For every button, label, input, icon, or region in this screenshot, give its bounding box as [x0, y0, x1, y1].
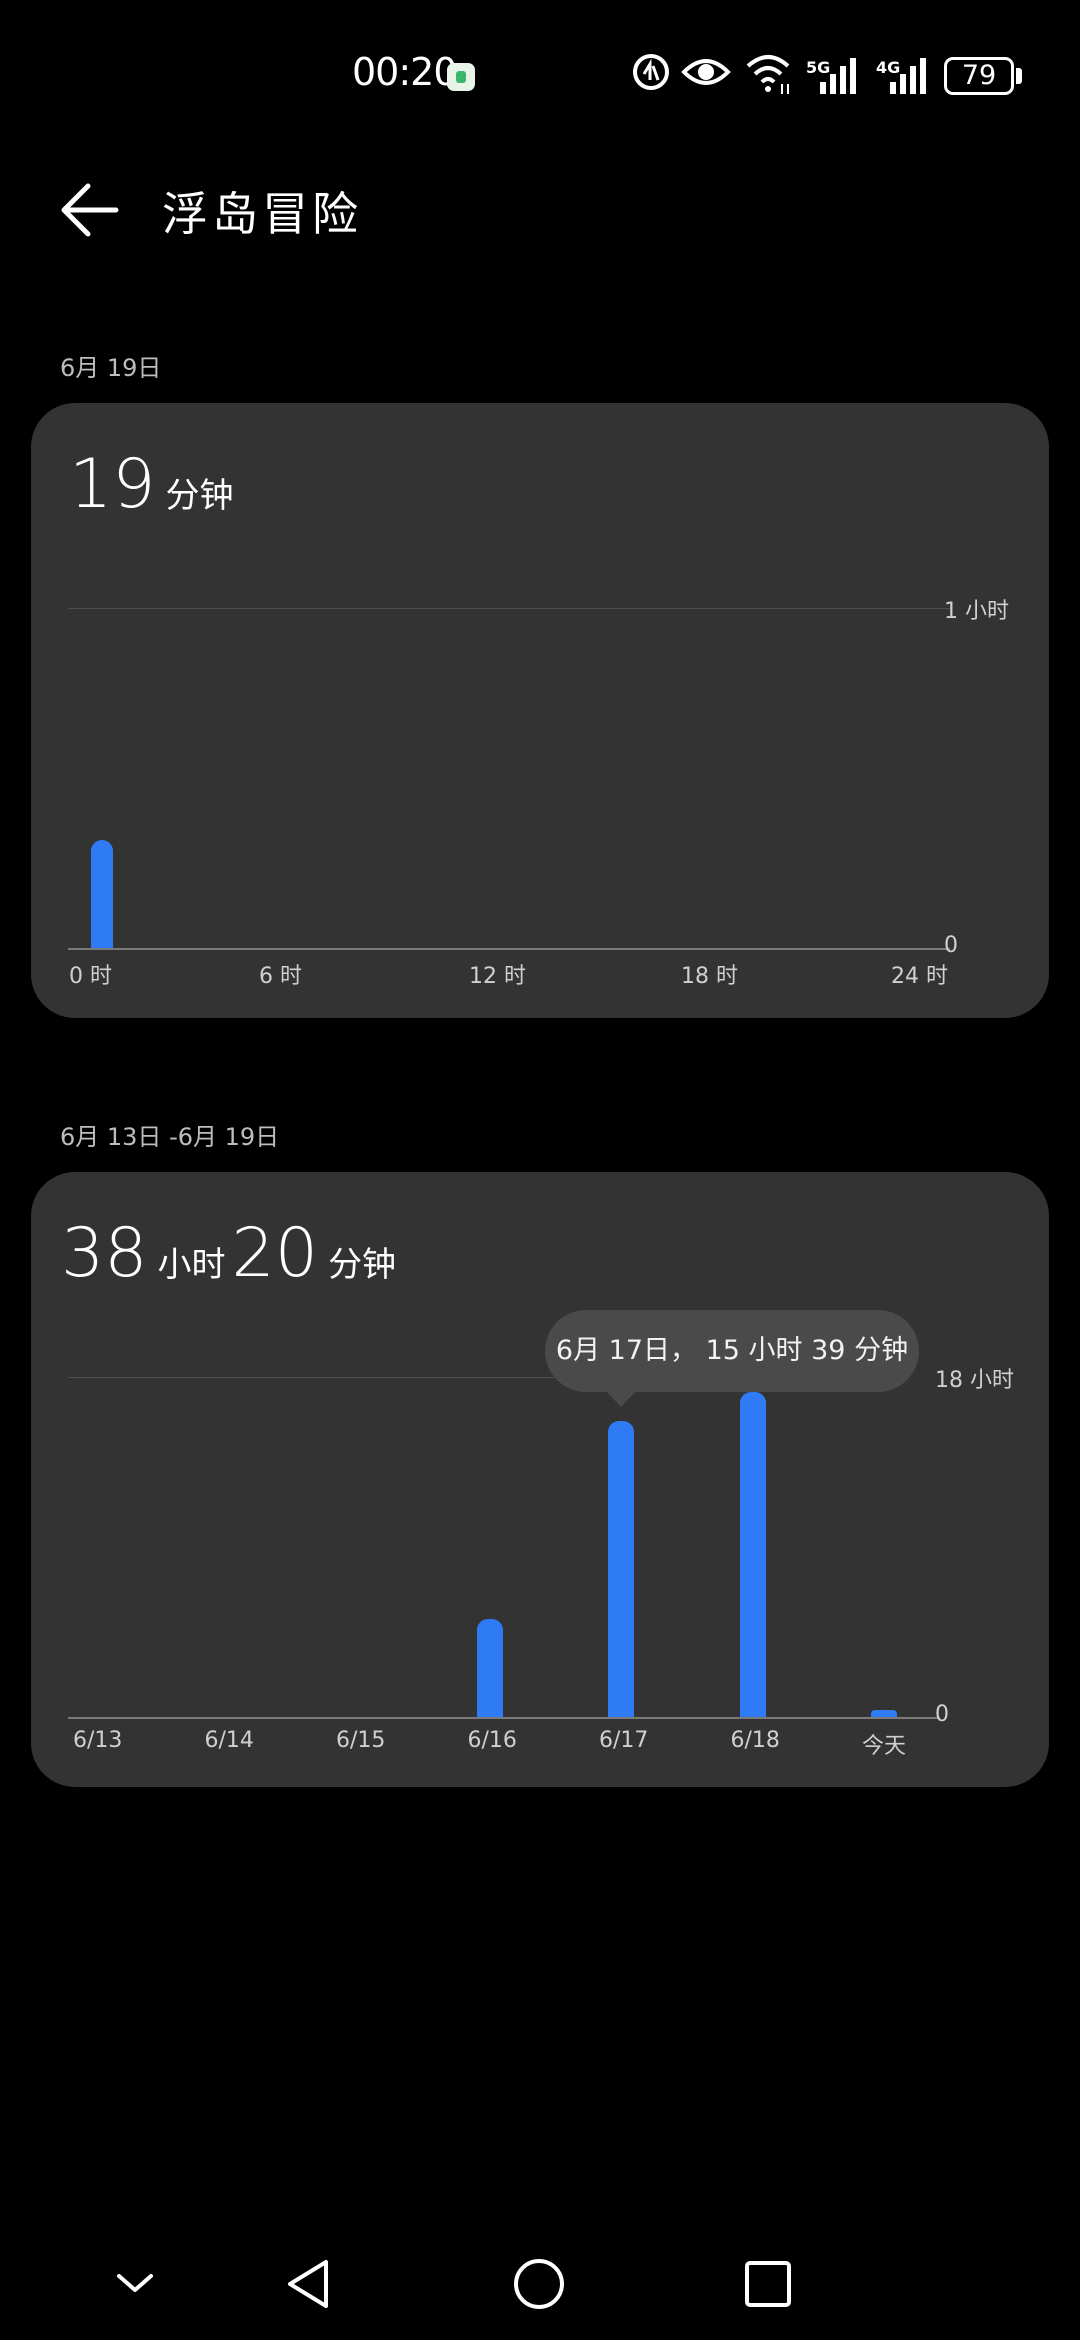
- daily-date-label: 6月 19日: [60, 354, 162, 382]
- weekly-grid-top: [68, 1377, 618, 1378]
- hd-voice-icon: [633, 54, 669, 90]
- weekly-y-tick-zero: 0: [935, 1702, 949, 1727]
- weekly-total-hours-unit: 小时: [157, 1245, 226, 1285]
- weekly-x-tick: 6/16: [467, 1728, 517, 1753]
- page-title: 浮岛冒险: [162, 187, 362, 241]
- weekly-total-time: 38 小时20 分钟: [61, 1214, 402, 1293]
- weekly-x-tick: 6/17: [599, 1728, 649, 1753]
- daily-total-time: 19 分钟: [69, 445, 240, 524]
- daily-y-tick-zero: 0: [944, 933, 958, 958]
- weekly-bar-今天[interactable]: [871, 1710, 897, 1717]
- weekly-x-axis: [68, 1717, 940, 1719]
- weekly-date-label: 6月 13日 -6月 19日: [60, 1123, 280, 1151]
- weekly-x-tick: 今天: [862, 1734, 907, 1759]
- daily-x-tick-18: 18 时: [681, 964, 738, 989]
- daily-x-tick-24: 24 时: [891, 964, 948, 989]
- daily-y-tick-max: 1 小时: [944, 599, 1009, 624]
- daily-usage-card: 19 分钟 1 小时 0 0 时 6 时 12 时 18 时 24 时: [31, 403, 1049, 1018]
- weekly-total-minutes-unit: 分钟: [328, 1245, 397, 1285]
- back-arrow-icon[interactable]: [56, 178, 136, 242]
- weekly-total-minutes: 20: [231, 1214, 319, 1293]
- daily-x-tick-0: 0 时: [69, 964, 112, 989]
- weekly-x-tick: 6/18: [730, 1728, 780, 1753]
- usage-tooltip: 6月 17日， 15 小时 39 分钟: [545, 1310, 919, 1392]
- weekly-x-tick: 6/15: [336, 1728, 386, 1753]
- battery-indicator: 79: [944, 57, 1014, 95]
- daily-x-tick-6: 6 时: [259, 964, 302, 989]
- app-notification-icon: [447, 63, 475, 91]
- daily-grid-top: [68, 608, 950, 609]
- daily-total-number: 19: [69, 445, 156, 524]
- weekly-y-tick-max: 18 小时: [935, 1368, 1014, 1393]
- weekly-x-tick: 6/14: [204, 1728, 254, 1753]
- nav-back-icon[interactable]: [270, 2252, 346, 2316]
- weekly-usage-card: 38 小时20 分钟 18 小时 0 6/13 6/14 6/15 6/16 6/17 6/1…: [31, 1172, 1049, 1787]
- daily-bar-hour-0[interactable]: [91, 840, 113, 948]
- weekly-bar-6/17[interactable]: [608, 1421, 634, 1717]
- status-time: 00:20: [352, 50, 458, 94]
- nav-recents-icon[interactable]: [730, 2252, 806, 2316]
- signal-4g-icon: [890, 58, 926, 94]
- collapse-chevron-icon[interactable]: [97, 2252, 173, 2316]
- nav-home-icon[interactable]: [501, 2252, 577, 2316]
- battery-tip: [1016, 68, 1022, 84]
- signal-5g-icon: [820, 58, 856, 94]
- daily-x-tick-12: 12 时: [469, 964, 526, 989]
- eye-comfort-icon: [681, 59, 731, 85]
- tooltip-arrow: [606, 1391, 636, 1407]
- weekly-bar-6/16[interactable]: [476, 1619, 503, 1717]
- weekly-x-tick: 6/13: [73, 1728, 123, 1753]
- daily-total-unit: 分钟: [165, 476, 234, 516]
- daily-x-axis: [68, 948, 950, 950]
- weekly-bar-6/18[interactable]: [739, 1392, 766, 1717]
- wifi-icon: [746, 55, 790, 94]
- weekly-total-hours: 38: [61, 1214, 148, 1293]
